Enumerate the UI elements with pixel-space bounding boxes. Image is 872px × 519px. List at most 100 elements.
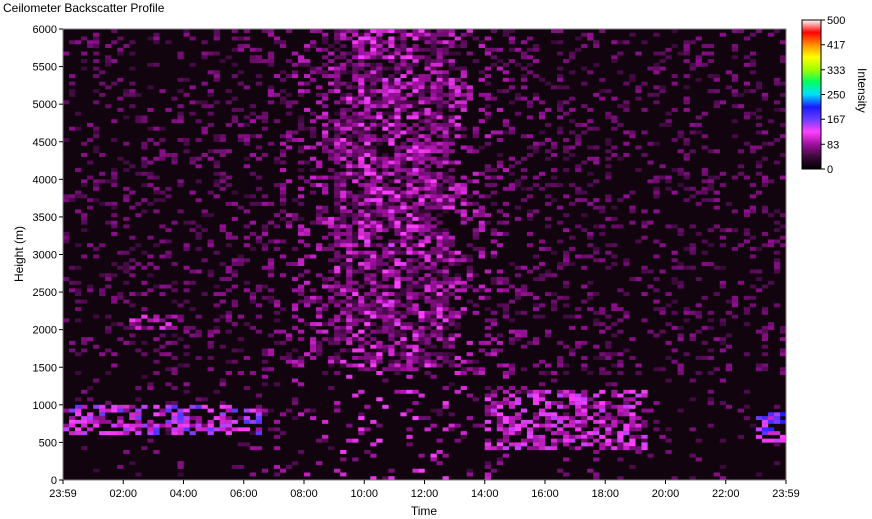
heatmap-cell [599, 423, 606, 428]
heatmap-cell [424, 216, 431, 221]
heatmap-cell [659, 367, 666, 372]
heatmap-cell [436, 141, 443, 146]
heatmap-cell [370, 62, 377, 67]
heatmap-cell [418, 295, 425, 300]
heatmap-cell [388, 468, 395, 473]
heatmap-cell [611, 423, 618, 428]
heatmap-cell [773, 100, 781, 105]
heatmap-cell [304, 408, 311, 413]
heatmap-cell [532, 277, 540, 282]
heatmap-cell [213, 318, 220, 323]
heatmap-cell [665, 122, 672, 127]
heatmap-cell [743, 175, 751, 180]
heatmap-cell [267, 262, 275, 266]
heatmap-cell [400, 36, 407, 41]
heatmap-cell [653, 85, 660, 90]
heatmap-cell [111, 363, 118, 368]
heatmap-cell [617, 198, 624, 203]
heatmap-cell [328, 51, 335, 56]
heatmap-cell [195, 198, 202, 203]
heatmap-cell [418, 314, 425, 319]
heatmap-cell [322, 220, 329, 225]
heatmap-cell [641, 220, 648, 225]
heatmap-cell [382, 269, 389, 274]
heatmap-cell [376, 32, 383, 37]
heatmap-cell [117, 77, 124, 82]
heatmap-cell [285, 179, 293, 184]
heatmap-cell [364, 220, 371, 225]
heatmap-cell [400, 96, 407, 101]
heatmap-cell [400, 262, 407, 266]
heatmap-cell [376, 280, 383, 285]
heatmap-cell [135, 201, 142, 206]
heatmap-cell [376, 77, 383, 82]
heatmap-cell [352, 198, 359, 203]
heatmap-cell [382, 81, 389, 86]
heatmap-cell [231, 190, 238, 195]
heatmap-cell [671, 258, 678, 263]
heatmap-cell [400, 224, 407, 229]
heatmap-cell [605, 175, 612, 180]
heatmap-cell [575, 122, 582, 127]
heatmap-cell [575, 198, 582, 203]
heatmap-cell [773, 265, 781, 270]
heatmap-cell [346, 280, 353, 285]
heatmap-cell [695, 190, 702, 195]
heatmap-cell [291, 363, 299, 368]
heatmap-cell [75, 288, 82, 293]
heatmap-cell [358, 250, 365, 255]
heatmap-cell [352, 119, 359, 124]
heatmap-cell [629, 205, 636, 210]
heatmap-cell [647, 329, 654, 334]
heatmap-cell [436, 299, 443, 304]
heatmap-cell [370, 220, 377, 225]
heatmap-cell [532, 419, 540, 424]
heatmap-cell [611, 153, 618, 157]
heatmap-cell [334, 130, 341, 135]
heatmap-cell [394, 47, 401, 52]
heatmap-cell [334, 329, 341, 334]
heatmap-cell [436, 273, 443, 278]
heatmap-cell [291, 70, 299, 75]
heatmap-cell [520, 51, 528, 56]
heatmap-cell [340, 96, 347, 101]
heatmap-cell [346, 107, 353, 112]
heatmap-cell [743, 115, 751, 120]
heatmap-cell [358, 220, 365, 225]
heatmap-cell [593, 198, 600, 203]
heatmap-cell [593, 401, 600, 406]
heatmap-cell [352, 303, 359, 308]
heatmap-cell [261, 359, 269, 364]
heatmap-cell [219, 292, 226, 297]
heatmap-cell [328, 322, 335, 327]
heatmap-cell [231, 348, 238, 353]
heatmap-cell [358, 412, 365, 417]
heatmap-cell [370, 442, 377, 447]
heatmap-cell [159, 254, 166, 259]
heatmap-cell [304, 254, 311, 259]
heatmap-cell [328, 359, 335, 364]
heatmap-cell [484, 194, 491, 199]
heatmap-cell [424, 100, 431, 105]
heatmap-cell [334, 111, 341, 116]
heatmap-cell [358, 224, 365, 229]
y-tick-label: 500 [39, 437, 57, 449]
heatmap-cell [581, 130, 588, 135]
heatmap-cell [322, 235, 329, 240]
heatmap-cell [177, 412, 184, 417]
heatmap-cell [442, 130, 449, 135]
heatmap-cell [75, 126, 82, 131]
heatmap-cell [346, 175, 353, 180]
heatmap-cell [581, 363, 588, 368]
heatmap-cell [183, 408, 190, 413]
heatmap-cell [147, 419, 154, 424]
heatmap-cell [508, 367, 516, 372]
heatmap-cell [111, 231, 118, 236]
heatmap-cell [406, 179, 413, 184]
heatmap-cell [141, 160, 148, 165]
heatmap-cell [629, 209, 636, 214]
heatmap-cell [147, 427, 154, 432]
heatmap-cell [225, 183, 232, 188]
heatmap-cell [448, 51, 455, 56]
heatmap-cell [526, 393, 534, 398]
